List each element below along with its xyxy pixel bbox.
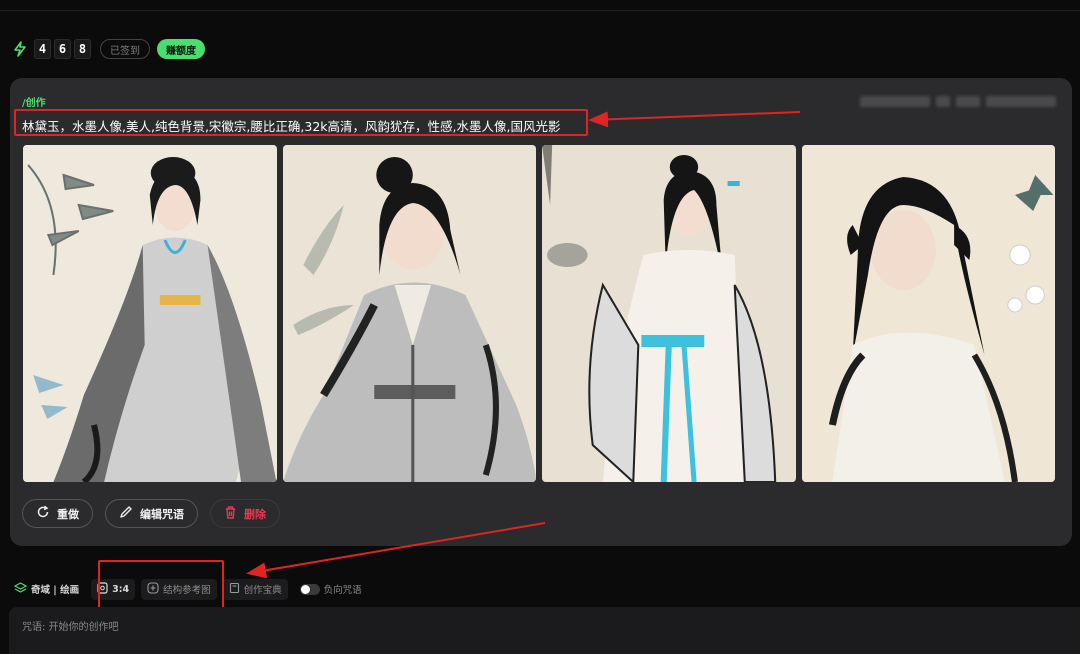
- refresh-icon: [36, 505, 50, 522]
- top-divider: [0, 10, 1080, 11]
- annotation-highlight-prompt: [14, 109, 588, 136]
- ink-portrait-image-2[interactable]: [282, 145, 536, 482]
- edit-prompt-label: 编辑咒语: [140, 507, 184, 521]
- creation-guide-label: 创作宝典: [243, 585, 282, 596]
- model-label: 奇域 | 绘画: [31, 585, 80, 596]
- signed-in-badge[interactable]: 已签到: [100, 39, 150, 59]
- toggle-switch[interactable]: [299, 583, 320, 595]
- lightning-icon: [9, 38, 31, 60]
- negative-prompt-label: 负向咒语: [323, 585, 362, 596]
- card-section-label: /创作: [22, 98, 46, 109]
- pencil-icon: [119, 505, 133, 522]
- delete-label: 删除: [244, 507, 266, 521]
- prompt-input[interactable]: [22, 619, 622, 635]
- credit-digit: 6: [54, 39, 71, 59]
- image-grid: [23, 145, 1055, 482]
- negative-prompt-toggle[interactable]: 负向咒语: [294, 579, 368, 600]
- redo-label: 重做: [57, 507, 79, 521]
- ink-portrait-image-4[interactable]: [801, 145, 1055, 482]
- card-actions: 重做 编辑咒语 删除: [22, 499, 280, 528]
- trash-icon: [224, 505, 237, 522]
- credit-digit: 4: [34, 39, 51, 59]
- book-icon: [229, 582, 240, 597]
- ink-portrait-image-3[interactable]: [542, 145, 796, 482]
- creation-guide-button[interactable]: 创作宝典: [222, 578, 288, 600]
- ink-portrait-image-1[interactable]: [23, 145, 277, 482]
- annotation-highlight-toolbar: [98, 560, 224, 611]
- model-selector[interactable]: 奇域 | 绘画: [8, 579, 85, 600]
- edit-prompt-button[interactable]: 编辑咒语: [105, 499, 198, 528]
- prompt-input-area: [9, 607, 1080, 654]
- delete-button[interactable]: 删除: [210, 499, 280, 528]
- blurred-metadata: [860, 96, 1056, 107]
- redo-button[interactable]: 重做: [22, 499, 93, 528]
- credits-bar: 4 6 8 已签到 赚额度: [9, 37, 205, 61]
- credit-digit: 8: [74, 39, 91, 59]
- creation-card: /创作 林黛玉，水墨人像,美人,纯色背景,宋徽宗,腰比正确,32k高清，风韵犹存…: [10, 78, 1072, 546]
- layers-icon: [13, 581, 28, 597]
- earn-credits-button[interactable]: 赚额度: [157, 39, 205, 59]
